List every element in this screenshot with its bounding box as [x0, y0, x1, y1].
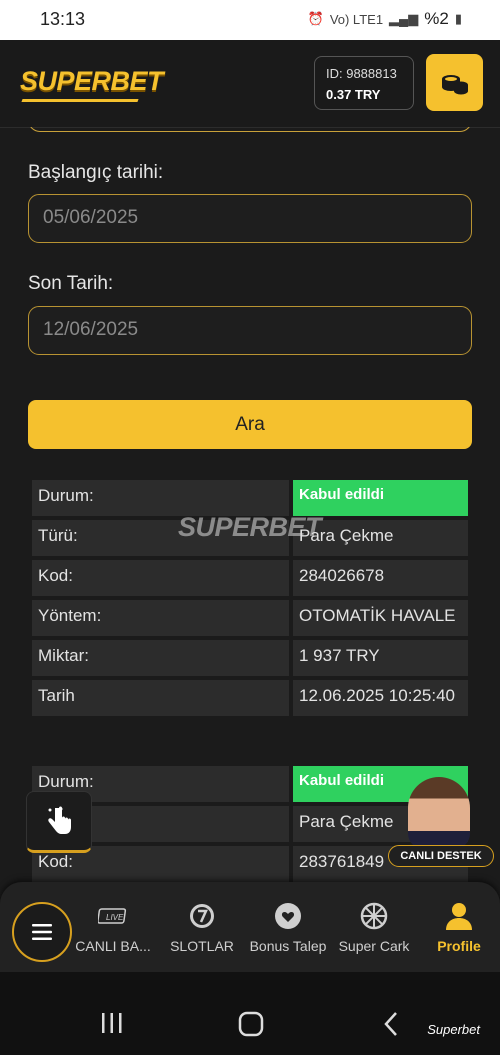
- floating-touch-button[interactable]: [26, 791, 92, 853]
- status-time: 13:13: [40, 9, 86, 29]
- live-support-button[interactable]: CANLI DESTEK: [388, 777, 494, 869]
- slot-seven-icon: [190, 904, 214, 928]
- support-agent-avatar: [408, 777, 470, 849]
- hand-pointer-icon: [48, 806, 71, 834]
- wheel-icon: [360, 902, 388, 930]
- superbet-logo[interactable]: SUPERBET: [20, 66, 164, 102]
- coins-icon: [441, 74, 468, 94]
- nav-slots[interactable]: SLOTLAR: [159, 900, 245, 954]
- superbet-watermark: SUPERBET: [178, 512, 322, 542]
- nav-live-betting[interactable]: LIVE CANLI BA...: [70, 900, 156, 954]
- alarm-icon: ⏰: [307, 11, 324, 26]
- home-icon[interactable]: [238, 1011, 264, 1037]
- network-label: Vo) LTE1: [329, 11, 384, 27]
- user-icon: [446, 903, 472, 930]
- table-row: Tarih 12.06.2025 10:25:40: [32, 680, 468, 716]
- status-icons: ⏰ Vo) LTE1 ▂▄▆ %2 ▮: [308, 9, 462, 29]
- start-date-label: Başlangıç tarihi:: [28, 162, 164, 183]
- transaction-history: Başlangıç tarihi: 05/06/2025 Son Tarih: …: [0, 127, 500, 882]
- account-box[interactable]: ID: 9888813 0.37 TRY: [314, 56, 414, 110]
- status-badge: Kabul edildi: [293, 480, 468, 516]
- nav-profile[interactable]: Profile: [416, 900, 500, 954]
- table-row: Yöntem: OTOMATİK HAVALE: [32, 600, 468, 636]
- battery-icon: ▮: [454, 11, 462, 26]
- live-tv-icon: LIVE: [98, 908, 127, 924]
- menu-button[interactable]: [12, 902, 72, 962]
- app-credit: Superbet: [427, 1022, 480, 1037]
- table-row: Miktar: 1 937 TRY: [32, 640, 468, 676]
- account-id: ID: 9888813: [326, 66, 397, 81]
- search-button[interactable]: Ara: [28, 400, 472, 449]
- recent-apps-icon[interactable]: [100, 1012, 124, 1034]
- end-date-label: Son Tarih:: [28, 273, 114, 294]
- table-row: Durum: Kabul edildi: [32, 480, 468, 516]
- previous-field[interactable]: [28, 127, 472, 132]
- bottom-navigation: LIVE CANLI BA... SLOTLAR Bonus Talep Sup…: [0, 882, 500, 972]
- heart-icon: [275, 903, 301, 929]
- nav-super-wheel[interactable]: Super Cark: [331, 900, 417, 954]
- battery-percent: %2: [424, 9, 449, 28]
- svg-text:LIVE: LIVE: [106, 913, 124, 922]
- app-header: SUPERBET ID: 9888813 0.37 TRY: [0, 40, 500, 128]
- account-balance: 0.37 TRY: [326, 87, 381, 102]
- signal-icon: ▂▄▆: [389, 11, 419, 26]
- start-date-field[interactable]: 05/06/2025: [28, 194, 472, 243]
- hamburger-icon: [32, 924, 52, 940]
- back-icon[interactable]: [382, 1011, 400, 1037]
- deposit-coins-button[interactable]: [426, 54, 483, 111]
- status-bar: 13:13 ⏰ Vo) LTE1 ▂▄▆ %2 ▮: [0, 0, 500, 40]
- nav-bonus-request[interactable]: Bonus Talep: [245, 900, 331, 954]
- live-support-label: CANLI DESTEK: [388, 845, 494, 867]
- table-row: Kod: 284026678: [32, 560, 468, 596]
- system-navigation-bar: Superbet: [0, 972, 500, 1055]
- end-date-field[interactable]: 12/06/2025: [28, 306, 472, 355]
